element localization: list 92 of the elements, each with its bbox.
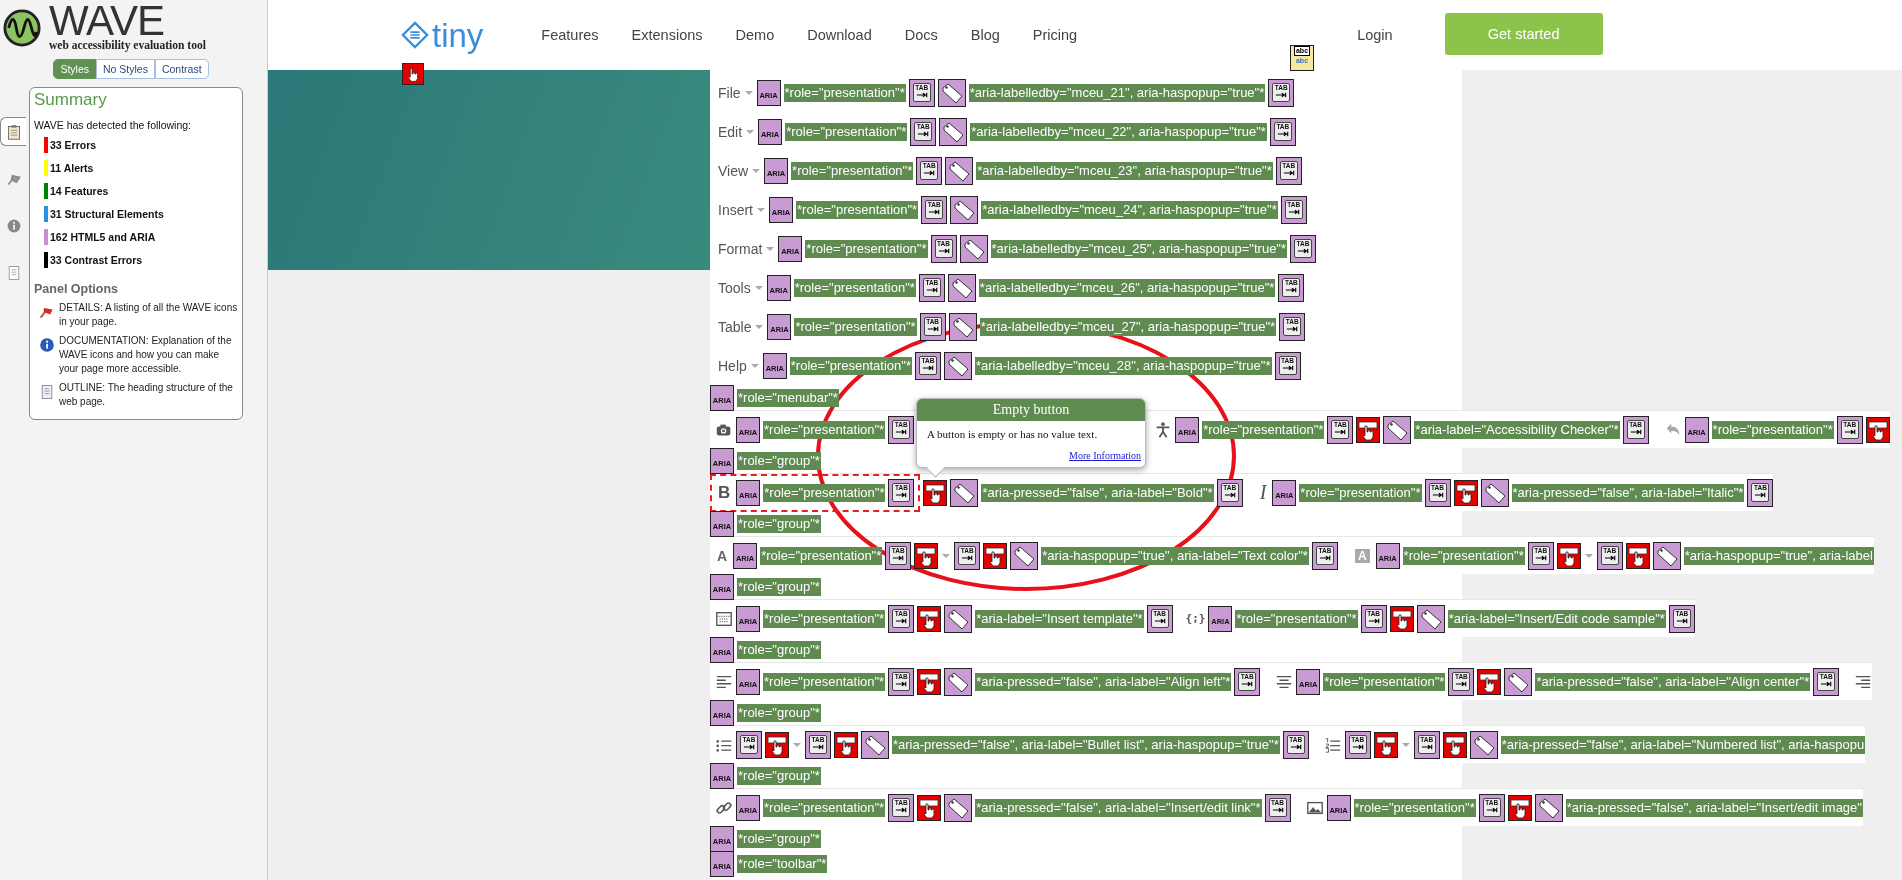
attribute-label: *aria-labelledby="mceu_24", aria-haspopup="true"* (981, 200, 1278, 219)
menu-item[interactable]: File (718, 84, 741, 101)
nav-link[interactable]: Demo (735, 27, 775, 43)
attribute-label: *aria-pressed="false", aria-label="Insert/edit link"* (975, 798, 1262, 817)
attribute-label: *role="menubar"* (737, 388, 839, 407)
toolbar-glyph: {;} (1185, 612, 1206, 625)
attribute-label: *role="presentation"* (791, 161, 914, 180)
menu-item[interactable]: Edit (718, 123, 743, 140)
attribute-label: *aria-labelledby="mceu_22", aria-haspopup="true"* (970, 122, 1267, 141)
attribute-label: *role="presentation"* (760, 546, 883, 565)
attribute-label: *role="group"* (737, 703, 821, 722)
attribute-label: *role="group"* (737, 451, 821, 470)
attribute-label: *aria-label="Insert template"* (975, 609, 1144, 628)
nav-link[interactable]: Download (807, 27, 872, 43)
nav-link[interactable]: Blog (970, 27, 1000, 43)
menu-item[interactable]: Format (718, 240, 763, 257)
attribute-label: *role="presentation"* (1323, 672, 1446, 691)
toolbar-glyph: A (1354, 548, 1370, 563)
option-description: OUTLINE: The heading structure of the web page. (59, 381, 234, 409)
logo-title: WAVE (49, 4, 164, 38)
summary-count[interactable]: 14 Features (50, 184, 109, 197)
attribute-label: *aria-pressed="false", aria-label="Numbered list", aria-haspopu (1500, 735, 1866, 754)
attribute-label: *role="presentation"* (785, 122, 908, 141)
attribute-label: *aria-label="Accessibility Checker"* (1414, 420, 1620, 439)
menu-item[interactable]: Tools (718, 279, 751, 296)
summary-count[interactable]: 162 HTML5 and ARIA (50, 230, 156, 243)
attribute-label: *role="group"* (737, 829, 821, 848)
attribute-label: *role="presentation"* (793, 278, 916, 297)
attribute-label: *role="presentation"* (763, 672, 886, 691)
attribute-label: *aria-haspopup="true", aria-label="Text color"* (1041, 546, 1309, 565)
attribute-label: *aria-pressed="false", aria-label="Bullet list", aria-haspopup="true"* (892, 735, 1280, 754)
menu-item[interactable]: Insert (718, 201, 753, 218)
logo-subtitle: web accessibility evaluation tool (49, 39, 206, 51)
attribute-label: *aria-labelledby="mceu_27", aria-haspopup="true"* (979, 317, 1277, 336)
attribute-label: *aria-labelledby="mceu_26", aria-haspopup="true"* (978, 278, 1276, 297)
attribute-label: *role="presentation"* (1235, 609, 1358, 628)
attribute-label: *aria-haspopup="true", aria-label (1683, 546, 1874, 565)
attribute-label: *role="group"* (737, 577, 821, 596)
more-information-link[interactable]: More Information (1069, 440, 1145, 467)
view-tab[interactable]: Styles (53, 59, 96, 79)
attribute-label: *role="group"* (737, 766, 821, 785)
attribute-label: *aria-pressed="false", aria-label="Bold"* (981, 483, 1214, 502)
attribute-label: *aria-labelledby="mceu_23", aria-haspopup="true"* (976, 161, 1273, 180)
attribute-label: *role="presentation"* (789, 356, 912, 375)
tooltip-text: A button is empty or has no value text. (926, 427, 1099, 440)
attribute-label: *aria-pressed="false", aria-label="Italic"* (1511, 483, 1745, 502)
attribute-label: *role="presentation"* (763, 483, 886, 502)
summary-count[interactable]: 31 Structural Elements (50, 207, 164, 220)
attribute-label: *role="presentation"* (1202, 420, 1325, 439)
attribute-label: *aria-labelledby="mceu_28", aria-haspopup="true"* (974, 356, 1272, 375)
attribute-label: *role="toolbar"* (737, 854, 828, 873)
option-description: DETAILS: A listing of all the WAVE icons in your page. (59, 301, 238, 329)
attribute-label: *role="presentation"* (1711, 420, 1834, 439)
attribute-label: *role="presentation"* (794, 317, 917, 336)
summary-count[interactable]: 33 Contrast Errors (50, 253, 143, 266)
attribute-label: *role="group"* (737, 640, 821, 659)
summary-count[interactable]: 11 Alerts (50, 161, 94, 174)
attribute-label: *aria-pressed="false", aria-label="Insert/edit image" (1565, 798, 1863, 817)
toolbar-glyph: I (1259, 481, 1267, 504)
attribute-label: *role="presentation"* (1299, 483, 1422, 502)
attribute-label: *role="presentation"* (763, 609, 886, 628)
attribute-label: *role="presentation"* (796, 200, 919, 219)
attribute-label: *aria-label="Insert/Edit code sample"* (1447, 609, 1666, 628)
summary-count[interactable]: 33 Errors (50, 138, 97, 151)
menu-item[interactable]: Help (718, 357, 747, 374)
attribute-label: *role="presentation"* (783, 83, 906, 102)
tooltip-title: Empty button (917, 399, 1145, 421)
view-tab[interactable]: No Styles (96, 59, 155, 79)
nav-link[interactable]: Pricing (1032, 27, 1078, 43)
attribute-label: *aria-pressed="false", aria-label="Align left"* (975, 672, 1232, 691)
login-link[interactable]: Login (1357, 27, 1393, 43)
toolbar-glyph: B (718, 482, 731, 503)
attribute-label: *role="presentation"* (763, 798, 886, 817)
summary-title: Summary (34, 90, 108, 110)
attribute-label: *aria-labelledby="mceu_25", aria-haspopup="true"* (990, 239, 1288, 258)
attribute-label: *role="presentation"* (805, 239, 928, 258)
attribute-label: *role="group"* (737, 514, 821, 533)
toolbar-glyph: A (717, 547, 728, 564)
nav-link[interactable]: Docs (904, 27, 938, 43)
attribute-label: *role="presentation"* (1402, 546, 1525, 565)
attribute-label: *aria-labelledby="mceu_21", aria-haspopup="true"* (968, 83, 1266, 102)
attribute-label: *aria-pressed="false", aria-label="Align center"* (1535, 672, 1811, 691)
menu-item[interactable]: View (718, 162, 749, 179)
option-description: DOCUMENTATION: Explanation of the WAVE icons and how you can make your page more accessible. (59, 334, 233, 376)
summary-intro: WAVE has detected the following: (34, 119, 192, 131)
attribute-label: *role="presentation"* (1353, 798, 1476, 817)
attribute-label: *role="presentation"* (763, 420, 886, 439)
panel-options-title: Panel Options (34, 282, 120, 296)
nav-link[interactable]: Features (541, 27, 599, 43)
menu-item[interactable]: Table (718, 318, 752, 335)
view-tab[interactable]: Contrast (154, 59, 209, 79)
nav-link[interactable]: Extensions (631, 27, 703, 43)
